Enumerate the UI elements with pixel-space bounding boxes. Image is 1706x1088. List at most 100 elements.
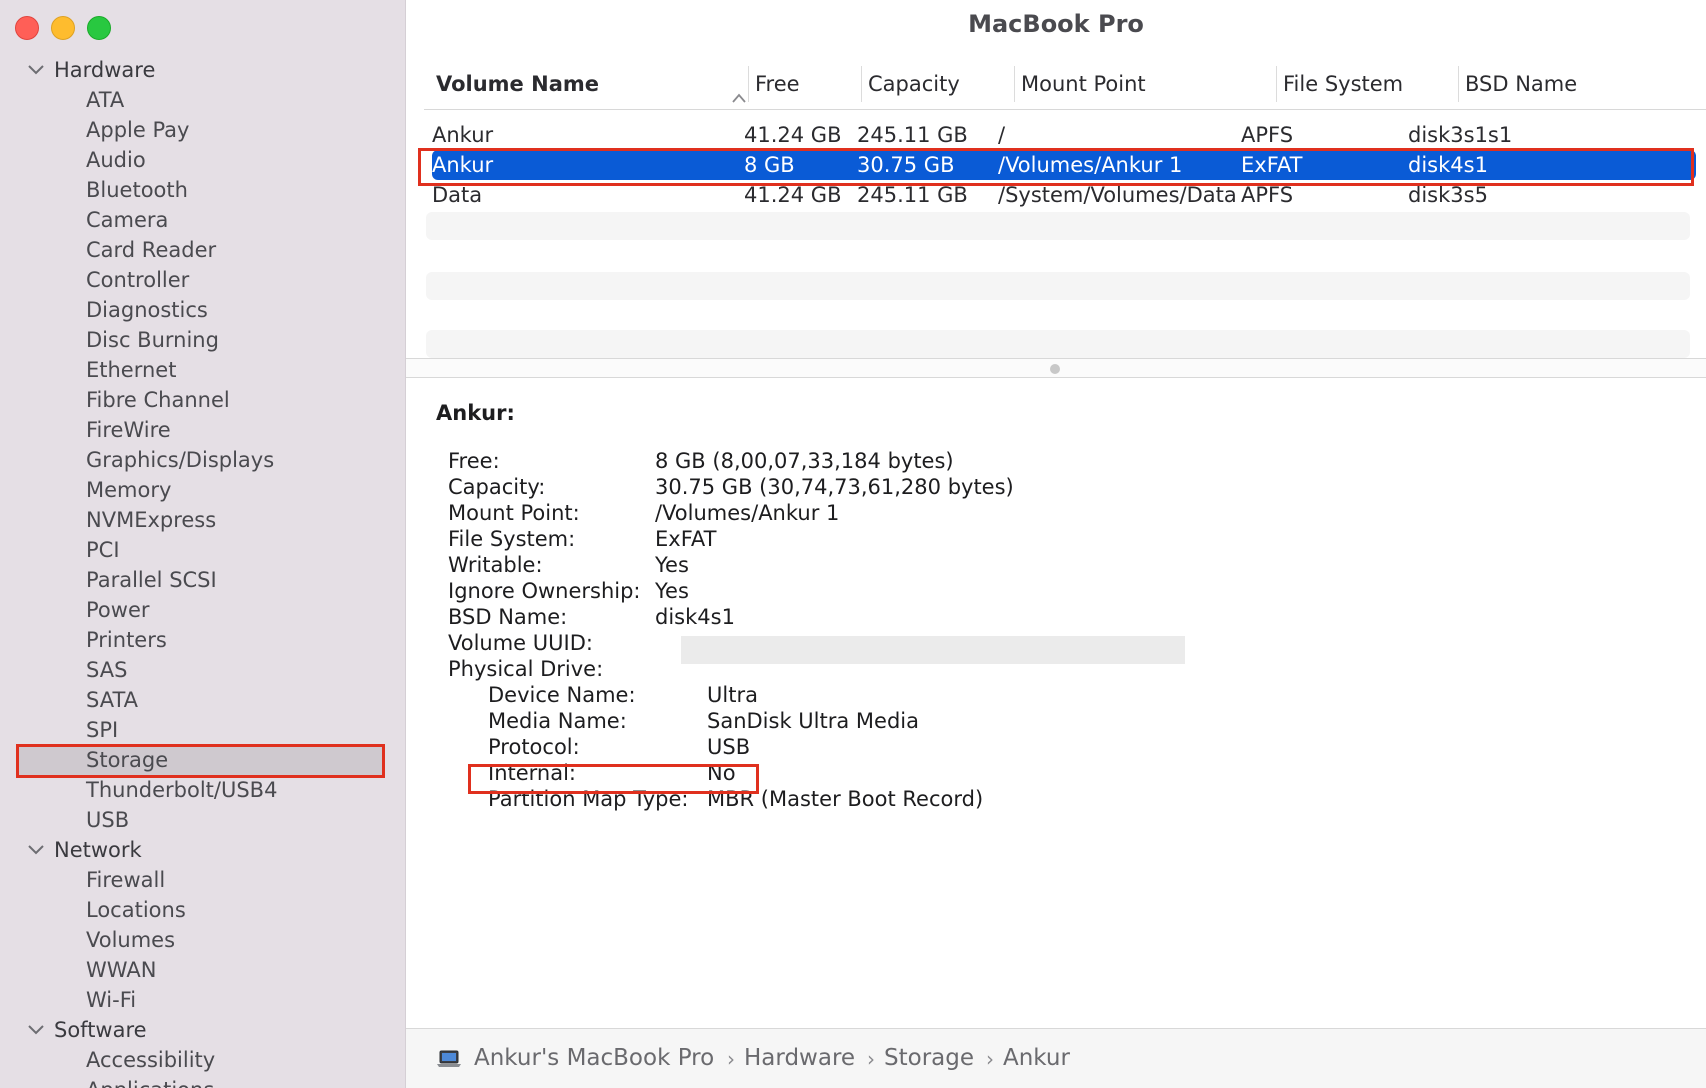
laptop-icon — [436, 1049, 462, 1073]
sidebar-item-audio[interactable]: Audio — [0, 145, 405, 175]
detail-label: Free: — [448, 449, 500, 473]
sidebar-tree: Hardware ATA Apple Pay Audio Bluetooth Camera… — [0, 55, 405, 1088]
empty-row-stripe — [426, 330, 1690, 358]
path-crumb[interactable]: Hardware — [744, 1045, 855, 1071]
table-cell: 41.24 GB — [744, 123, 842, 147]
chevron-down-icon[interactable] — [26, 835, 46, 865]
column-header-file-system[interactable]: File System — [1276, 66, 1441, 102]
sidebar-group-label: Network — [54, 838, 142, 862]
sidebar-item-accessibility[interactable]: Accessibility — [0, 1045, 405, 1075]
sidebar-item-apple-pay[interactable]: Apple Pay — [0, 115, 405, 145]
divider-handle[interactable] — [1050, 364, 1060, 374]
sidebar-item-volumes[interactable]: Volumes — [0, 925, 405, 955]
physical-drive-label: Media Name: — [488, 709, 627, 733]
table-cell: 30.75 GB — [857, 153, 955, 177]
sidebar-group-software[interactable]: Software — [0, 1015, 405, 1045]
zoom-button[interactable] — [87, 16, 111, 40]
sidebar-item-memory[interactable]: Memory — [0, 475, 405, 505]
sidebar-item-usb[interactable]: USB — [0, 805, 405, 835]
volume-uuid-redacted — [681, 636, 1185, 664]
sidebar-item-graphics-displays[interactable]: Graphics/Displays — [0, 445, 405, 475]
sidebar-item-ata[interactable]: ATA — [0, 85, 405, 115]
sidebar-item-fibre-channel[interactable]: Fibre Channel — [0, 385, 405, 415]
sidebar-group-network[interactable]: Network — [0, 835, 405, 865]
sidebar-item-printers[interactable]: Printers — [0, 625, 405, 655]
chevron-right-icon: › — [867, 1047, 875, 1071]
chevron-down-icon[interactable] — [26, 1015, 46, 1045]
table-cell: 8 GB — [744, 153, 795, 177]
detail-label: BSD Name: — [448, 605, 568, 629]
path-crumb[interactable]: Ankur's MacBook Pro — [474, 1045, 714, 1071]
table-cell: /Volumes/Ankur 1 — [998, 153, 1183, 177]
sidebar-item-controller[interactable]: Controller — [0, 265, 405, 295]
chevron-up-icon — [732, 78, 746, 114]
sidebar-item-disc-burning[interactable]: Disc Burning — [0, 325, 405, 355]
path-crumb[interactable]: Storage — [884, 1045, 974, 1071]
close-button[interactable] — [15, 16, 39, 40]
sidebar-item-camera[interactable]: Camera — [0, 205, 405, 235]
main-pane: MacBook Pro Volume Name Free Capacity Mo… — [406, 0, 1706, 1088]
physical-drive-label: Internal: — [488, 761, 577, 785]
sidebar-item-firewall[interactable]: Firewall — [0, 865, 405, 895]
table-row[interactable]: Ankur 8 GB 30.75 GB/Volumes/Ankur 1 ExFAT di… — [432, 150, 1696, 180]
sidebar-item-sata[interactable]: SATA — [0, 685, 405, 715]
table-header: Volume Name Free Capacity Mount Point Fi… — [424, 66, 1706, 110]
column-header-capacity[interactable]: Capacity — [861, 66, 1001, 102]
detail-value: Yes — [655, 553, 689, 577]
detail-label: Mount Point: — [448, 501, 580, 525]
physical-drive-label: Device Name: — [488, 683, 636, 707]
chevron-right-icon: › — [727, 1047, 735, 1071]
sidebar-item-wi-fi[interactable]: Wi-Fi — [0, 985, 405, 1015]
table-row[interactable]: Ankur 41.24 GB 245.11 GB / APFS disk3s1s1 — [426, 120, 1696, 150]
split-view-divider[interactable] — [406, 358, 1706, 378]
sidebar-item-spi[interactable]: SPI — [0, 715, 405, 745]
sidebar-item-sas[interactable]: SAS — [0, 655, 405, 685]
sidebar-item-power[interactable]: Power — [0, 595, 405, 625]
sidebar-group-hardware[interactable]: Hardware — [0, 55, 405, 85]
minimize-button[interactable] — [51, 16, 75, 40]
column-header-volume-name[interactable]: Volume Name — [436, 66, 746, 103]
sidebar: Hardware ATA Apple Pay Audio Bluetooth Camera… — [0, 0, 406, 1088]
physical-drive-label: Protocol: — [488, 735, 580, 759]
detail-value: 30.75 GB (30,74,73,61,280 bytes) — [655, 475, 1014, 499]
sidebar-item-diagnostics[interactable]: Diagnostics — [0, 295, 405, 325]
sidebar-item-wwan[interactable]: WWAN — [0, 955, 405, 985]
table-row[interactable]: Data 41.24 GB 245.11 GB/System/Volumes/Dat… — [426, 180, 1696, 210]
sidebar-item-applications[interactable]: Applications — [0, 1075, 405, 1088]
path-bar: Ankur's MacBook Pro › Hardware › Storage › Ank… — [406, 1028, 1706, 1088]
detail-label: Physical Drive: — [448, 657, 604, 681]
path-crumb[interactable]: Ankur — [1003, 1045, 1070, 1071]
empty-row-stripe — [426, 272, 1690, 300]
detail-value: /Volumes/Ankur 1 — [655, 501, 840, 525]
table-cell: disk4s1 — [1408, 153, 1488, 177]
sidebar-item-ethernet[interactable]: Ethernet — [0, 355, 405, 385]
detail-label: Ignore Ownership: — [448, 579, 641, 603]
detail-value: ExFAT — [655, 527, 717, 551]
sidebar-item-nvmexpress[interactable]: NVMExpress — [0, 505, 405, 535]
detail-label: Capacity: — [448, 475, 546, 499]
table-cell: /System/Volumes/Data — [998, 183, 1237, 207]
detail-label: Writable: — [448, 553, 543, 577]
sidebar-item-locations[interactable]: Locations — [0, 895, 405, 925]
sidebar-item-storage[interactable]: Storage — [18, 745, 384, 775]
sidebar-item-firewire[interactable]: FireWire — [0, 415, 405, 445]
chevron-right-icon: › — [986, 1047, 994, 1071]
physical-drive-value: SanDisk Ultra Media — [707, 709, 919, 733]
table-cell: Data — [432, 183, 483, 207]
sidebar-item-card-reader[interactable]: Card Reader — [0, 235, 405, 265]
sidebar-item-thunderbolt-usb4[interactable]: Thunderbolt/USB4 — [0, 775, 405, 805]
column-header-free[interactable]: Free — [748, 66, 860, 102]
column-header-bsd-name[interactable]: BSD Name — [1458, 66, 1658, 102]
detail-value: Yes — [655, 579, 689, 603]
table-cell: 245.11 GB — [857, 123, 968, 147]
sidebar-item-bluetooth[interactable]: Bluetooth — [0, 175, 405, 205]
sidebar-item-pci[interactable]: PCI — [0, 535, 405, 565]
physical-drive-value: USB — [707, 735, 751, 759]
table-cell: 41.24 GB — [744, 183, 842, 207]
chevron-down-icon[interactable] — [26, 55, 46, 85]
volume-table-body: Ankur 41.24 GB 245.11 GB / APFS disk3s1s1 Anku… — [426, 120, 1696, 210]
column-header-mount-point[interactable]: Mount Point — [1014, 66, 1254, 102]
table-cell: Ankur — [432, 153, 494, 177]
window-title: MacBook Pro — [968, 10, 1144, 38]
sidebar-item-parallel-scsi[interactable]: Parallel SCSI — [0, 565, 405, 595]
